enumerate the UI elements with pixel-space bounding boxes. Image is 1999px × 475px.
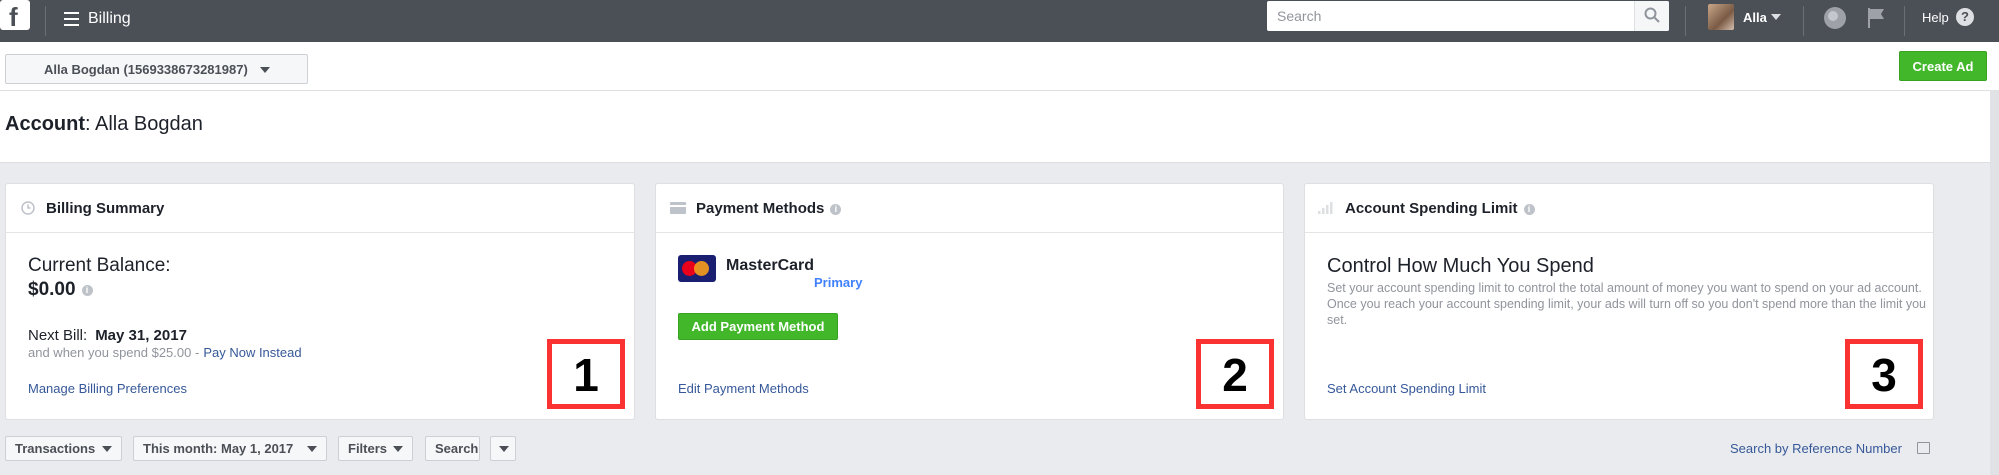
card-title: Payment Methods i <box>696 200 842 217</box>
card-header: Billing Summary <box>6 184 634 233</box>
divider <box>1803 6 1804 36</box>
divider <box>1904 6 1905 36</box>
card-header: Account Spending Limit i <box>1305 184 1933 233</box>
export-icon[interactable] <box>1917 442 1930 454</box>
card-title: Account Spending Limit i <box>1345 200 1535 217</box>
search-options-toggle[interactable] <box>490 436 516 461</box>
info-icon[interactable]: i <box>830 204 842 215</box>
filters-dropdown[interactable]: Filters <box>338 436 413 461</box>
card-header: Payment Methods i <box>656 184 1283 233</box>
chevron-down-icon <box>260 67 270 73</box>
manage-billing-link[interactable]: Manage Billing Preferences <box>28 381 187 396</box>
spending-heading: Control How Much You Spend <box>1327 255 1594 277</box>
transactions-dropdown[interactable]: Transactions <box>5 436 122 461</box>
help-icon[interactable]: ? <box>1956 8 1974 26</box>
avatar[interactable] <box>1708 4 1734 30</box>
account-header: Account: Alla Bogdan <box>0 91 1999 163</box>
card-name: MasterCard <box>726 257 815 274</box>
search-icon <box>1644 7 1660 23</box>
signal-bars-icon <box>1318 202 1333 214</box>
account-selector-bar: Alla Bogdan (1569338673281987) Create Ad <box>0 42 1999 91</box>
scrollbar[interactable] <box>1990 90 1999 475</box>
facebook-logo-icon[interactable]: f <box>0 0 30 32</box>
flag-icon[interactable] <box>1865 6 1887 30</box>
chevron-down-icon <box>307 446 317 452</box>
billing-summary-card: Billing Summary Current Balance: $0.00 i … <box>5 183 635 420</box>
page-title[interactable]: Billing <box>88 10 131 28</box>
mastercard-logo-icon <box>678 255 716 282</box>
account-selector-label: Alla Bogdan (1569338673281987) <box>44 62 248 77</box>
search-by-reference-link[interactable]: Search by Reference Number <box>1730 441 1902 456</box>
date-range-dropdown[interactable]: This month: May 1, 2017 <box>133 436 327 461</box>
spending-description: Set your account spending limit to contr… <box>1327 281 1927 327</box>
spend-threshold-text: and when you spend $25.00 - Pay Now Inste… <box>28 345 302 360</box>
payment-methods-card: Payment Methods i MasterCard Primary Add … <box>655 183 1284 420</box>
annotation-number: 3 <box>1845 339 1923 409</box>
divider <box>45 6 46 36</box>
top-bar: f Billing Alla Help ? <box>0 0 1999 42</box>
balance-value: $0.00 i <box>28 279 93 301</box>
primary-badge: Primary <box>814 275 863 290</box>
hamburger-menu-icon[interactable] <box>64 12 79 26</box>
globe-icon[interactable] <box>1824 7 1846 29</box>
next-bill: Next Bill: May 31, 2017 <box>28 327 187 344</box>
divider <box>1685 6 1686 36</box>
credit-card-icon <box>670 202 686 214</box>
account-menu-caret-icon[interactable] <box>1771 14 1781 20</box>
pay-now-link[interactable]: Pay Now Instead <box>203 345 301 360</box>
next-bill-date: May 31, 2017 <box>95 327 187 344</box>
search-bar[interactable] <box>1267 1 1669 31</box>
add-payment-method-button[interactable]: Add Payment Method <box>678 313 838 340</box>
balance-label: Current Balance: <box>28 255 171 276</box>
chevron-down-icon <box>499 446 509 452</box>
account-heading: Account: Alla Bogdan <box>5 113 203 135</box>
search-input[interactable] <box>1267 1 1625 31</box>
account-selector[interactable]: Alla Bogdan (1569338673281987) <box>5 54 308 84</box>
search-dropdown-button[interactable]: Search <box>425 436 480 461</box>
spending-limit-card: Account Spending Limit i Control How Much… <box>1304 183 1934 420</box>
set-spending-limit-link[interactable]: Set Account Spending Limit <box>1327 381 1486 396</box>
annotation-number: 1 <box>547 339 625 409</box>
card-title: Billing Summary <box>46 200 165 217</box>
create-ad-button[interactable]: Create Ad <box>1899 51 1987 81</box>
search-button[interactable] <box>1634 1 1669 31</box>
chevron-down-icon <box>393 446 403 452</box>
chevron-down-icon <box>102 446 112 452</box>
clock-icon <box>21 201 35 215</box>
info-icon[interactable]: i <box>1523 204 1535 215</box>
user-name[interactable]: Alla <box>1743 10 1767 25</box>
annotation-number: 2 <box>1196 339 1274 409</box>
help-link[interactable]: Help <box>1922 10 1949 25</box>
edit-payment-methods-link[interactable]: Edit Payment Methods <box>678 381 809 396</box>
info-icon[interactable]: i <box>81 285 93 296</box>
